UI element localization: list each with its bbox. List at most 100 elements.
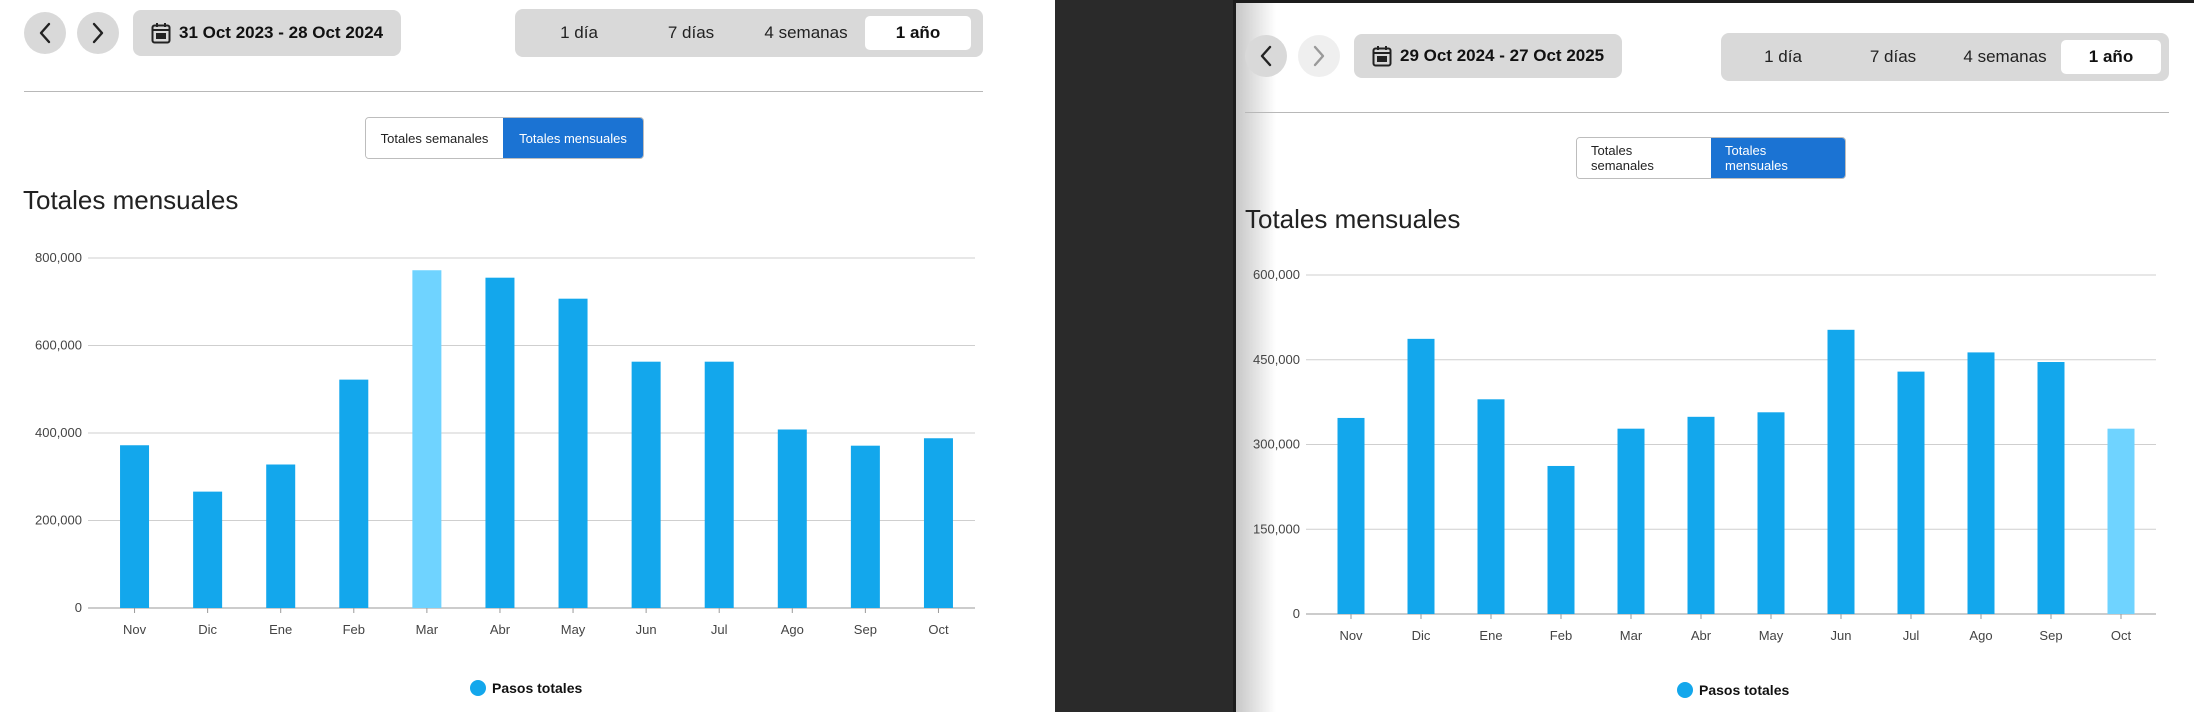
x-tick-label: Jun <box>636 622 657 637</box>
x-tick-label: Jun <box>1831 628 1852 643</box>
y-tick-label: 600,000 <box>1253 267 1300 282</box>
bar-may[interactable] <box>558 298 588 608</box>
chart-legend[interactable]: Pasos totales <box>1677 682 1789 698</box>
bar-sep[interactable] <box>850 445 880 608</box>
y-tick-label: 0 <box>1293 606 1300 621</box>
x-tick-label: Abr <box>1691 628 1712 643</box>
x-tick-label: Sep <box>2039 628 2062 643</box>
right-panel: 29 Oct 2024 - 27 Oct 2025 1 día 7 días 4… <box>1233 0 2194 712</box>
legend-label: Pasos totales <box>1699 682 1790 698</box>
range-option-4-semanas[interactable]: 4 semanas <box>1949 40 2061 74</box>
bar-dic[interactable] <box>1407 338 1435 614</box>
x-tick-label: Mar <box>416 622 439 637</box>
bar-may[interactable] <box>1757 412 1785 614</box>
x-tick-label: Dic <box>1412 628 1431 643</box>
date-range-label: 29 Oct 2024 - 27 Oct 2025 <box>1400 46 1605 65</box>
bar-jun[interactable] <box>1827 329 1855 614</box>
bar-ago[interactable] <box>777 429 807 609</box>
x-tick-label: Dic <box>198 622 217 637</box>
previous-period-button[interactable] <box>1245 35 1287 77</box>
x-tick-label: Feb <box>343 622 365 637</box>
y-tick-label: 450,000 <box>1253 352 1300 367</box>
calendar-icon <box>151 23 171 44</box>
next-period-button[interactable] <box>1298 35 1340 77</box>
x-tick-label: Nov <box>1339 628 1363 643</box>
y-tick-label: 300,000 <box>1253 437 1300 452</box>
date-range-button[interactable]: 31 Oct 2023 - 28 Oct 2024 <box>133 10 402 56</box>
toggle-monthly-totals[interactable]: Totales mensuales <box>1711 138 1845 178</box>
bar-mar[interactable] <box>1617 428 1645 614</box>
range-option-1-ano[interactable]: 1 año <box>2061 40 2161 74</box>
bar-oct[interactable] <box>923 438 953 608</box>
next-period-button[interactable] <box>77 12 119 54</box>
y-tick-label: 150,000 <box>1253 521 1300 536</box>
range-option-1-dia[interactable]: 1 día <box>1729 40 1837 74</box>
range-selector: 1 día 7 días 4 semanas 1 año <box>1721 33 2169 81</box>
bar-nov[interactable] <box>1337 417 1365 614</box>
previous-period-button[interactable] <box>24 12 66 54</box>
x-tick-label: Mar <box>1620 628 1643 643</box>
chevron-left-icon <box>39 22 51 44</box>
legend-swatch <box>1677 682 1693 698</box>
bar-ene[interactable] <box>1477 399 1505 614</box>
chart-title: Totales mensuales <box>23 185 239 215</box>
x-tick-label: Jul <box>1903 628 1920 643</box>
calendar-icon <box>1372 46 1392 67</box>
bar-nov[interactable] <box>120 445 150 608</box>
left-panel: 31 Oct 2023 - 28 Oct 2024 1 día 7 días 4… <box>0 0 1055 712</box>
bar-jul[interactable] <box>1897 371 1925 614</box>
bar-mar[interactable] <box>412 270 442 608</box>
bar-ene[interactable] <box>266 464 296 609</box>
range-option-1-dia[interactable]: 1 día <box>523 16 635 50</box>
toggle-monthly-totals[interactable]: Totales mensuales <box>503 118 643 158</box>
x-tick-label: Ene <box>269 622 292 637</box>
x-tick-label: Nov <box>123 622 147 637</box>
bar-dic[interactable] <box>193 491 223 608</box>
x-tick-label: Ago <box>1969 628 1992 643</box>
y-tick-label: 0 <box>75 600 82 615</box>
date-range-label: 31 Oct 2023 - 28 Oct 2024 <box>179 23 384 42</box>
x-tick-label: Ago <box>781 622 804 637</box>
range-option-7-dias[interactable]: 7 días <box>1837 40 1949 74</box>
range-option-7-dias[interactable]: 7 días <box>635 16 747 50</box>
range-selector: 1 día 7 días 4 semanas 1 año <box>515 9 983 57</box>
x-tick-label: Feb <box>1550 628 1572 643</box>
bar-oct[interactable] <box>2107 428 2135 614</box>
legend-label: Pasos totales <box>492 680 583 696</box>
toggle-weekly-totals[interactable]: Totales semanales <box>1577 138 1711 178</box>
bar-abr[interactable] <box>485 277 515 608</box>
bar-abr[interactable] <box>1687 416 1715 614</box>
x-tick-label: Oct <box>2111 628 2132 643</box>
x-tick-label: May <box>561 622 586 637</box>
range-option-4-semanas[interactable]: 4 semanas <box>747 16 865 50</box>
x-tick-label: May <box>1759 628 1784 643</box>
chevron-right-icon <box>1313 45 1325 67</box>
y-tick-label: 200,000 <box>35 513 82 528</box>
range-option-1-ano[interactable]: 1 año <box>865 16 971 50</box>
header-divider <box>1245 112 2169 113</box>
monthly-steps-chart-right: 0 150,000 300,000 450,000 600,000 Nov Dic Ene Fe… <box>1253 267 2156 643</box>
y-tick-label: 400,000 <box>35 425 82 440</box>
period-toolbar: 31 Oct 2023 - 28 Oct 2024 <box>24 10 402 56</box>
period-toolbar: 29 Oct 2024 - 27 Oct 2025 <box>1245 34 1623 78</box>
toggle-weekly-totals[interactable]: Totales semanales <box>366 118 503 158</box>
screenshot-root: 31 Oct 2023 - 28 Oct 2024 1 día 7 días 4… <box>0 0 2194 712</box>
totals-toggle: Totales semanales Totales mensuales <box>365 117 644 159</box>
bar-sep[interactable] <box>2037 362 2065 614</box>
bar-ago[interactable] <box>1967 352 1995 614</box>
bar-jun[interactable] <box>631 361 661 608</box>
x-tick-label: Jul <box>711 622 728 637</box>
date-range-button[interactable]: 29 Oct 2024 - 27 Oct 2025 <box>1354 34 1623 78</box>
bar-jul[interactable] <box>704 361 734 608</box>
chevron-right-icon <box>92 22 104 44</box>
y-tick-label: 600,000 <box>35 338 82 353</box>
legend-swatch <box>470 680 486 696</box>
bar-feb[interactable] <box>1547 465 1575 614</box>
x-tick-label: Oct <box>928 622 949 637</box>
y-tick-label: 800,000 <box>35 250 82 265</box>
bar-feb[interactable] <box>339 379 369 608</box>
chart-legend[interactable]: Pasos totales <box>470 680 582 696</box>
header-divider <box>24 91 983 92</box>
dark-divider <box>1055 0 1233 712</box>
totals-toggle: Totales semanales Totales mensuales <box>1576 137 1846 179</box>
